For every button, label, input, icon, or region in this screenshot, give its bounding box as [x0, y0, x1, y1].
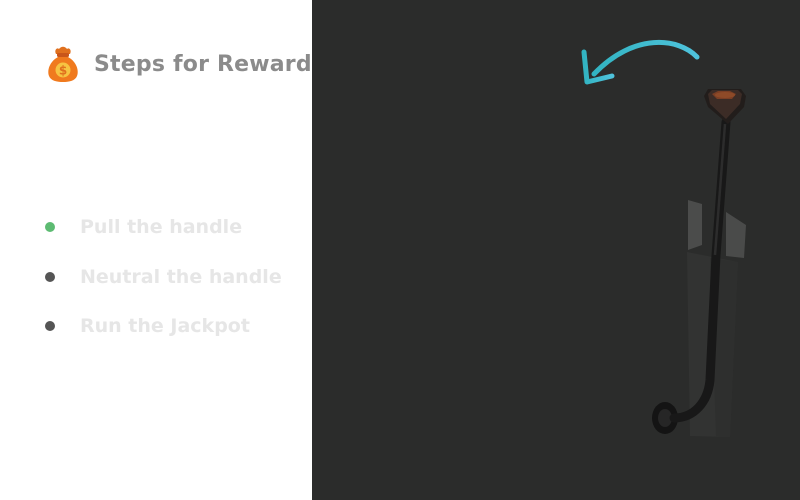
step-label: Pull the handle [80, 216, 243, 238]
step-label: Run the Jackpot [80, 315, 250, 337]
lever-scene [312, 0, 800, 500]
step-status-dot [45, 222, 55, 232]
step-item-pull: Pull the handle [45, 212, 282, 242]
step-status-dot [45, 271, 55, 282]
step-status-dot [45, 321, 55, 331]
svg-text:$: $ [59, 64, 67, 78]
slot-machine-lever-icon[interactable] [632, 80, 772, 460]
step-label: Neutral the handle [80, 265, 282, 288]
panel-header: $ Steps for Reward [45, 44, 312, 84]
step-item-neutral: Neutral the handle [45, 262, 282, 292]
panel-title: Steps for Reward [94, 51, 312, 77]
steps-panel: $ Steps for Reward Pull the handle Neutr… [0, 0, 312, 500]
money-bag-icon: $ [48, 46, 78, 82]
steps-list: Pull the handle Neutral the handle Run t… [45, 212, 282, 361]
step-item-jackpot: Run the Jackpot [45, 311, 282, 341]
